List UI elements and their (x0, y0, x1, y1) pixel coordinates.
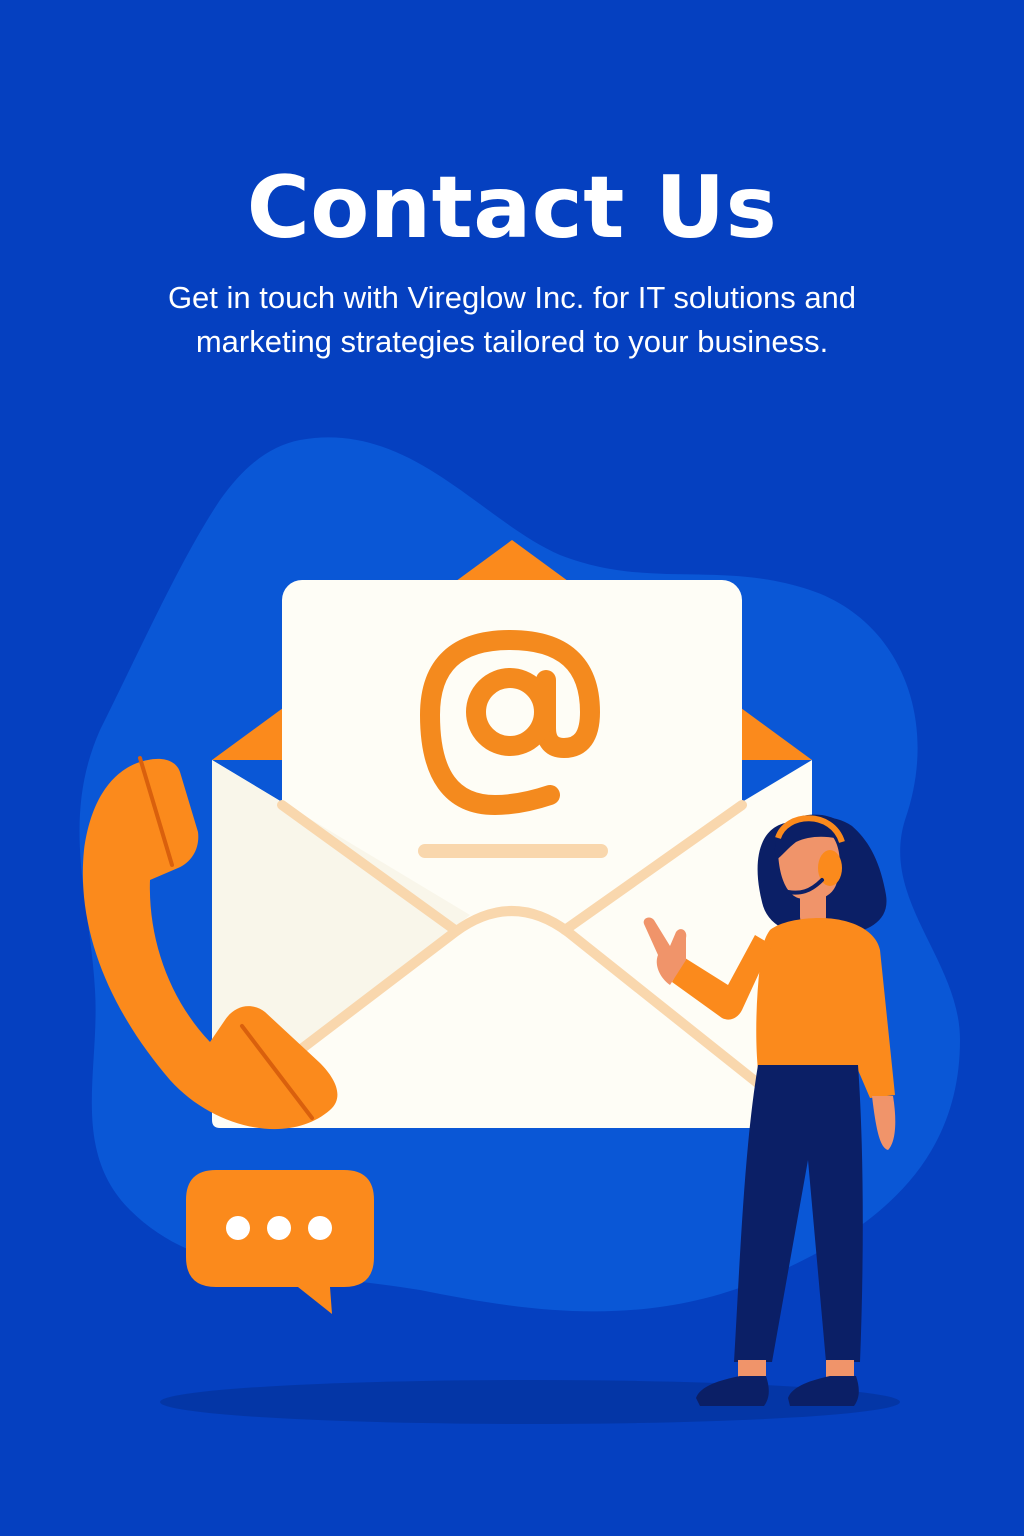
envelope-icon (212, 540, 812, 1128)
chat-dot (267, 1216, 291, 1240)
contact-illustration (79, 437, 960, 1424)
page-subtitle: Get in touch with Vireglow Inc. for IT s… (167, 280, 857, 359)
chat-dot (308, 1216, 332, 1240)
chat-bubble-icon (186, 1170, 374, 1314)
chat-dot (226, 1216, 250, 1240)
contact-page: Contact Us Get in touch with Vireglow In… (0, 0, 1024, 1536)
page-title: Contact Us (246, 158, 778, 258)
letter-text-line (418, 844, 608, 858)
